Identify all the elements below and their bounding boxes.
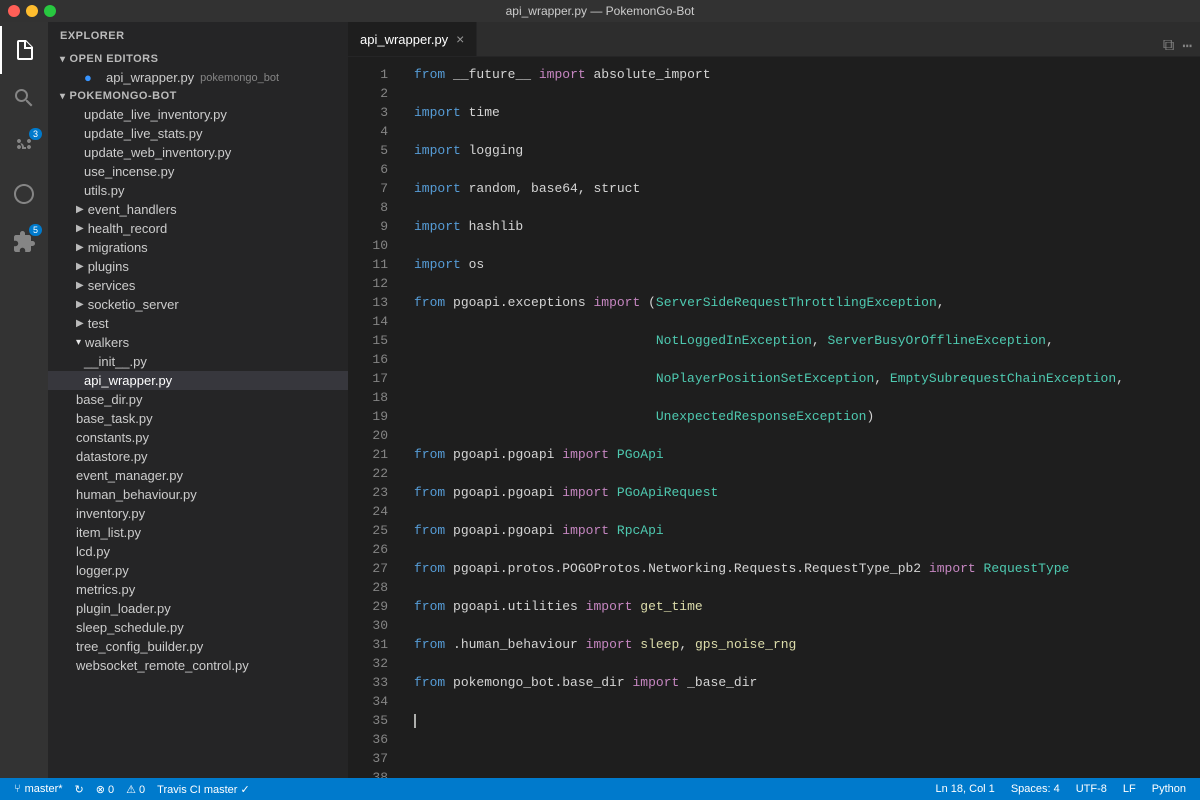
file-constants[interactable]: constants.py — [48, 428, 348, 447]
activity-files[interactable] — [0, 26, 48, 74]
window-controls — [8, 5, 56, 17]
code-content[interactable]: from __future__ import absolute_import i… — [398, 57, 1200, 778]
folder-arrow: ▶ — [76, 242, 84, 253]
activity-search[interactable] — [0, 74, 48, 122]
tab-close-button[interactable]: × — [456, 32, 464, 46]
project-section[interactable]: ▾ Pokemongo-Bot — [48, 87, 348, 105]
window-title: api_wrapper.py — PokemonGo-Bot — [506, 4, 695, 18]
line-numbers: 12345 678910 1112131415 1617181920 21222… — [348, 57, 398, 778]
close-window-button[interactable] — [8, 5, 20, 17]
folder-health-record[interactable]: ▶ health_record — [48, 219, 348, 238]
open-editors-arrow: ▾ — [60, 54, 66, 65]
warning-icon: ⚠ 0 — [126, 783, 145, 796]
folder-plugins[interactable]: ▶ plugins — [48, 257, 348, 276]
split-editor-button[interactable]: ⧉ — [1163, 37, 1174, 55]
open-editor-api-wrapper[interactable]: ● api_wrapper.py pokemongo_bot — [48, 68, 348, 87]
file-event-manager[interactable]: event_manager.py — [48, 466, 348, 485]
project-arrow: ▾ — [60, 91, 66, 102]
folder-arrow: ▶ — [76, 261, 84, 272]
encoding[interactable]: UTF-8 — [1070, 783, 1113, 795]
code-editor[interactable]: 12345 678910 1112131415 1617181920 21222… — [348, 57, 1200, 778]
file-base-task[interactable]: base_task.py — [48, 409, 348, 428]
more-actions-button[interactable]: ⋯ — [1182, 36, 1192, 56]
open-editor-filename: api_wrapper.py — [106, 70, 194, 85]
sidebar: Explorer ▾ Open Editors ● api_wrapper.py… — [48, 22, 348, 778]
line-ending[interactable]: LF — [1117, 783, 1142, 795]
errors-count[interactable]: ⊗ 0 — [90, 783, 120, 796]
file-logger[interactable]: logger.py — [48, 561, 348, 580]
file-websocket-remote-control[interactable]: websocket_remote_control.py — [48, 656, 348, 675]
folder-arrow: ▶ — [76, 280, 84, 291]
file-plugin-loader[interactable]: plugin_loader.py — [48, 599, 348, 618]
file-lcd[interactable]: lcd.py — [48, 542, 348, 561]
status-bar: ⑂ master* ↻ ⊗ 0 ⚠ 0 Travis CI master ✓ L… — [0, 778, 1200, 800]
sidebar-header: Explorer — [48, 22, 348, 50]
git-branch[interactable]: ⑂ master* — [8, 783, 69, 795]
file-inventory[interactable]: inventory.py — [48, 504, 348, 523]
error-icon: ⊗ 0 — [96, 783, 114, 796]
file-sleep-schedule[interactable]: sleep_schedule.py — [48, 618, 348, 637]
main-layout: 3 5 Explorer ▾ Open Editors ● api_wrappe… — [0, 22, 1200, 778]
maximize-window-button[interactable] — [44, 5, 56, 17]
folder-arrow: ▾ — [76, 337, 81, 348]
file-item-list[interactable]: item_list.py — [48, 523, 348, 542]
sync-icon: ↻ — [75, 783, 84, 796]
source-control-badge: 3 — [29, 128, 42, 140]
tab-api-wrapper[interactable]: api_wrapper.py × — [348, 22, 477, 56]
titlebar: api_wrapper.py — PokemonGo-Bot — [0, 0, 1200, 22]
file-utils[interactable]: utils.py — [48, 181, 348, 200]
file-update-live-inventory[interactable]: update_live_inventory.py — [48, 105, 348, 124]
cursor-position[interactable]: Ln 18, Col 1 — [929, 783, 1000, 795]
file-tree-config-builder[interactable]: tree_config_builder.py — [48, 637, 348, 656]
file-base-dir[interactable]: base_dir.py — [48, 390, 348, 409]
ci-status[interactable]: Travis CI master ✓ — [151, 783, 256, 796]
tab-label: api_wrapper.py — [360, 32, 448, 47]
branch-name: master* — [25, 783, 63, 795]
activity-bar: 3 5 — [0, 22, 48, 778]
folder-socketio-server[interactable]: ▶ socketio_server — [48, 295, 348, 314]
folder-event-handlers[interactable]: ▶ event_handlers — [48, 200, 348, 219]
folder-migrations[interactable]: ▶ migrations — [48, 238, 348, 257]
open-editors-section[interactable]: ▾ Open Editors — [48, 50, 348, 68]
python-file-icon: ● — [84, 70, 100, 85]
folder-walkers[interactable]: ▾ walkers — [48, 333, 348, 352]
warnings-count[interactable]: ⚠ 0 — [120, 783, 151, 796]
sync-button[interactable]: ↻ — [69, 783, 90, 796]
file-use-incense[interactable]: use_incense.py — [48, 162, 348, 181]
editor-area: api_wrapper.py × ⧉ ⋯ 12345 678910 111213… — [348, 22, 1200, 778]
file-update-live-stats[interactable]: update_live_stats.py — [48, 124, 348, 143]
activity-debug[interactable] — [0, 170, 48, 218]
minimize-window-button[interactable] — [26, 5, 38, 17]
project-label: Pokemongo-Bot — [70, 90, 177, 102]
extensions-badge: 5 — [29, 224, 42, 236]
open-editor-project: pokemongo_bot — [200, 72, 279, 84]
file-api-wrapper[interactable]: api_wrapper.py — [48, 371, 348, 390]
status-right: Ln 18, Col 1 Spaces: 4 UTF-8 LF Python — [929, 783, 1192, 795]
open-editors-label: Open Editors — [70, 53, 159, 65]
folder-arrow: ▶ — [76, 299, 84, 310]
file-update-web-inventory[interactable]: update_web_inventory.py — [48, 143, 348, 162]
activity-source-control[interactable]: 3 — [0, 122, 48, 170]
file-metrics[interactable]: metrics.py — [48, 580, 348, 599]
language-mode[interactable]: Python — [1146, 783, 1192, 795]
folder-arrow: ▶ — [76, 318, 84, 329]
tab-bar: api_wrapper.py × ⧉ ⋯ — [348, 22, 1200, 57]
folder-arrow: ▶ — [76, 204, 84, 215]
tab-actions: ⧉ ⋯ — [1163, 36, 1200, 56]
activity-extensions[interactable]: 5 — [0, 218, 48, 266]
file-human-behaviour[interactable]: human_behaviour.py — [48, 485, 348, 504]
file-init[interactable]: __init__.py — [48, 352, 348, 371]
branch-icon: ⑂ — [14, 783, 21, 795]
folder-services[interactable]: ▶ services — [48, 276, 348, 295]
file-datastore[interactable]: datastore.py — [48, 447, 348, 466]
folder-test[interactable]: ▶ test — [48, 314, 348, 333]
sidebar-content: ▾ Open Editors ● api_wrapper.py pokemong… — [48, 50, 348, 778]
folder-arrow: ▶ — [76, 223, 84, 234]
ci-label: Travis CI master ✓ — [157, 783, 250, 796]
indentation[interactable]: Spaces: 4 — [1005, 783, 1066, 795]
